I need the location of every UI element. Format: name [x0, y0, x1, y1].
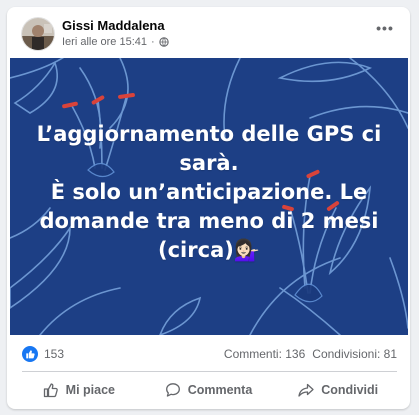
- headline-line: (circa)💁🏻‍♀️: [158, 238, 260, 262]
- divider: [22, 371, 397, 372]
- author-name[interactable]: Gissi Maddalena: [62, 18, 165, 33]
- like-button[interactable]: Mi piace: [14, 373, 144, 406]
- reactions-count[interactable]: 153: [44, 347, 64, 361]
- comment-label: Commenta: [187, 382, 253, 397]
- comment-button[interactable]: Commenta: [144, 373, 274, 406]
- headline-line: È solo un’anticipazione. Le: [50, 180, 368, 204]
- post-timestamp[interactable]: Ieri alle ore 15:41: [62, 36, 147, 48]
- globe-icon: [158, 37, 169, 47]
- share-button[interactable]: Condividi: [273, 373, 403, 406]
- post-actions: Mi piace Commenta Condividi: [14, 373, 403, 406]
- headline-line: L’aggiornamento delle GPS ci: [36, 122, 382, 146]
- image-headline: L’aggiornamento delle GPS ci sarà. È sol…: [10, 120, 408, 265]
- avatar[interactable]: [22, 18, 54, 50]
- post-stats: 153 Commenti: 136 Condivisioni: 81: [22, 345, 397, 363]
- thumbs-up-icon: [43, 382, 58, 397]
- headline-line: sarà.: [179, 151, 239, 175]
- feed-post: Gissi Maddalena Ieri alle ore 15:41 · ••…: [7, 7, 410, 409]
- like-label: Mi piace: [65, 382, 115, 397]
- comments-count[interactable]: Commenti: 136: [224, 347, 305, 361]
- more-options-button[interactable]: •••: [374, 21, 396, 35]
- share-icon: [298, 383, 314, 397]
- headline-line: domande tra meno di 2 mesi: [39, 209, 379, 233]
- meta-separator: ·: [151, 36, 155, 48]
- post-meta: Ieri alle ore 15:41 ·: [62, 36, 169, 48]
- share-label: Condividi: [321, 382, 379, 397]
- comment-icon: [165, 382, 180, 397]
- avatar-photo: [22, 18, 54, 50]
- shares-count[interactable]: Condivisioni: 81: [312, 347, 397, 361]
- like-reaction-icon[interactable]: [22, 346, 38, 362]
- more-horizontal-icon: •••: [376, 20, 394, 36]
- post-image[interactable]: L’aggiornamento delle GPS ci sarà. È sol…: [10, 58, 408, 335]
